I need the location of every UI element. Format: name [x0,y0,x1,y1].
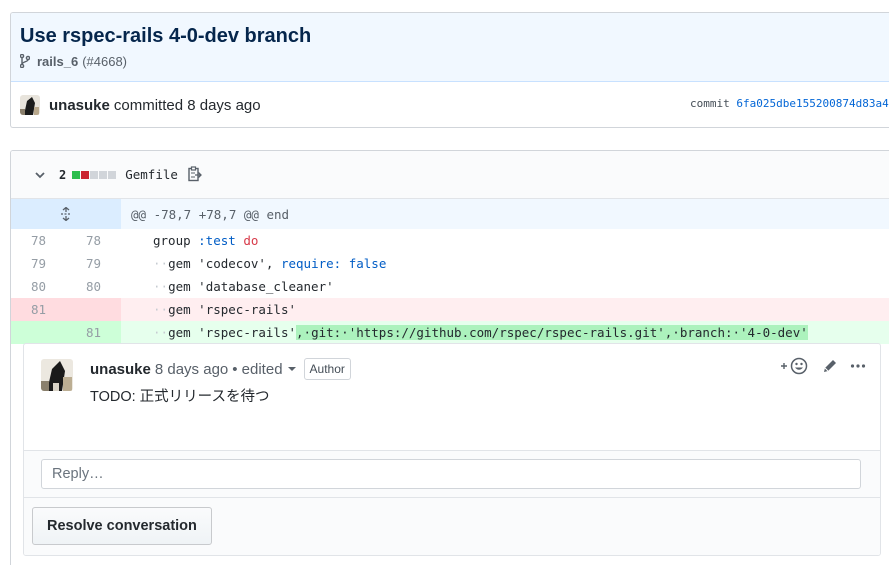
review-comment: unasuke 8 days ago • edited Author TODO:… [24,344,880,451]
old-line-number[interactable]: 80 [11,275,66,298]
chevron-down-icon[interactable] [33,168,47,182]
whitespace-marker: ·· [153,325,169,340]
edited-label: • edited [232,360,283,378]
commit-meta: unasuke committed 8 days ago commit 6fa0… [11,82,889,127]
code-line: ·· gem 'rspec-rails' [121,298,889,321]
hunk-header-row: @@ -78,7 +78,7 @@ end [11,199,889,229]
old-line-number[interactable] [11,321,66,344]
diffstat-block [72,170,81,179]
diff-line: 79 79 ·· gem 'codecov', require: false [11,252,889,275]
file-header: 2 Gemfile [11,151,889,199]
branch-info: rails_6 (#4668) [20,53,889,71]
new-line-number[interactable]: 79 [66,252,121,275]
reply-area [24,451,880,498]
diffstat-block [90,170,99,179]
code-token: gem [168,325,199,340]
pencil-icon[interactable] [822,358,838,374]
pull-request-link[interactable]: (#4668) [82,53,127,71]
commit-author-link[interactable]: unasuke [49,97,110,114]
code-token: :test [198,233,236,248]
diffstat-block [108,170,117,179]
file-diff: 2 Gemfile @@ -78,7 +78,7 @@ end 78 78 gr… [10,150,889,565]
clipboard-icon[interactable] [188,165,204,184]
whitespace-marker: ·· [153,279,169,294]
added-text-highlight: ,·git:·'https://github.com/rspec/rspec-r… [296,325,808,340]
old-line-number[interactable]: 78 [11,229,66,252]
change-count: 2 [59,167,67,182]
new-line-number[interactable]: 80 [66,275,121,298]
avatar[interactable] [41,359,73,391]
code-token: false [348,256,387,271]
commit-header: Use rspec-rails 4-0-dev branch rails_6 (… [10,12,889,128]
code-token: 'database_cleaner' [198,279,334,294]
comment-header: unasuke 8 days ago • edited Author [90,358,351,380]
diff-table: @@ -78,7 +78,7 @@ end 78 78 group :test … [11,199,889,344]
comment-body: TODO: 正式リリースを待つ [90,389,270,405]
resolve-conversation-button[interactable]: Resolve conversation [32,507,212,545]
branch-link[interactable]: rails_6 [37,53,78,71]
commit-title: Use rspec-rails 4-0-dev branch [20,25,312,47]
unfold-icon[interactable] [11,199,121,229]
author-badge: Author [303,358,351,380]
edited-dropdown[interactable]: • edited [232,360,296,378]
code-token: gem [168,302,199,317]
review-thread: unasuke 8 days ago • edited Author TODO:… [23,343,881,556]
comment-timestamp[interactable]: 8 days ago [155,361,228,378]
whitespace-marker: ·· [153,256,169,271]
diff-line: 80 80 ·· gem 'database_cleaner' [11,275,889,298]
code-line: ·· gem 'database_cleaner' [121,275,889,298]
comment-actions [768,357,866,375]
code-token: 'rspec-rails' [198,325,297,340]
commit-title-area: Use rspec-rails 4-0-dev branch rails_6 (… [11,13,889,82]
commit-sha: commit 6fa025dbe155200874d83a4 [690,97,889,110]
code-token: group [153,233,199,248]
code-token: gem [168,279,199,294]
diffstat [72,170,117,179]
code-token: , [265,256,281,271]
old-line-number[interactable]: 79 [11,252,66,275]
reply-input[interactable] [41,459,861,489]
file-name[interactable]: Gemfile [125,167,178,182]
code-line: ·· gem 'codecov', require: false [121,252,889,275]
resolve-area: Resolve conversation [24,498,880,555]
caret-down-icon [287,367,296,371]
add-reaction-icon[interactable] [780,357,810,375]
code-token: gem [168,256,199,271]
diff-line-addition: 81 ·· gem 'rspec-rails' ,·git:·'https://gi… [11,321,889,344]
old-line-number[interactable]: 81 [11,298,66,321]
avatar[interactable] [20,95,40,115]
code-token: do [243,233,259,248]
code-token: 'codecov' [198,256,266,271]
new-line-number[interactable] [66,298,121,321]
git-branch-icon [20,54,32,70]
new-line-number[interactable]: 78 [66,229,121,252]
diffstat-block [99,170,108,179]
hunk-header: @@ -78,7 +78,7 @@ end [131,206,290,222]
code-line: group :test do [121,229,889,252]
whitespace-marker: ·· [153,302,169,317]
commit-sha-value[interactable]: 6fa025dbe155200874d83a4 [736,97,888,110]
code-token: require: [280,256,342,271]
code-line: ·· gem 'rspec-rails' ,·git:·'https://githu… [121,321,889,344]
committed-time: committed 8 days ago [113,96,261,114]
kebab-horizontal-icon[interactable] [850,358,866,374]
comment-author-link[interactable]: unasuke [90,361,151,378]
diff-line: 78 78 group :test do [11,229,889,252]
diff-line-deletion: 81 ·· gem 'rspec-rails' [11,298,889,321]
commit-sha-label: commit [690,97,730,110]
code-token: 'rspec-rails' [198,302,297,317]
diffstat-block [81,170,90,179]
new-line-number[interactable]: 81 [66,321,121,344]
